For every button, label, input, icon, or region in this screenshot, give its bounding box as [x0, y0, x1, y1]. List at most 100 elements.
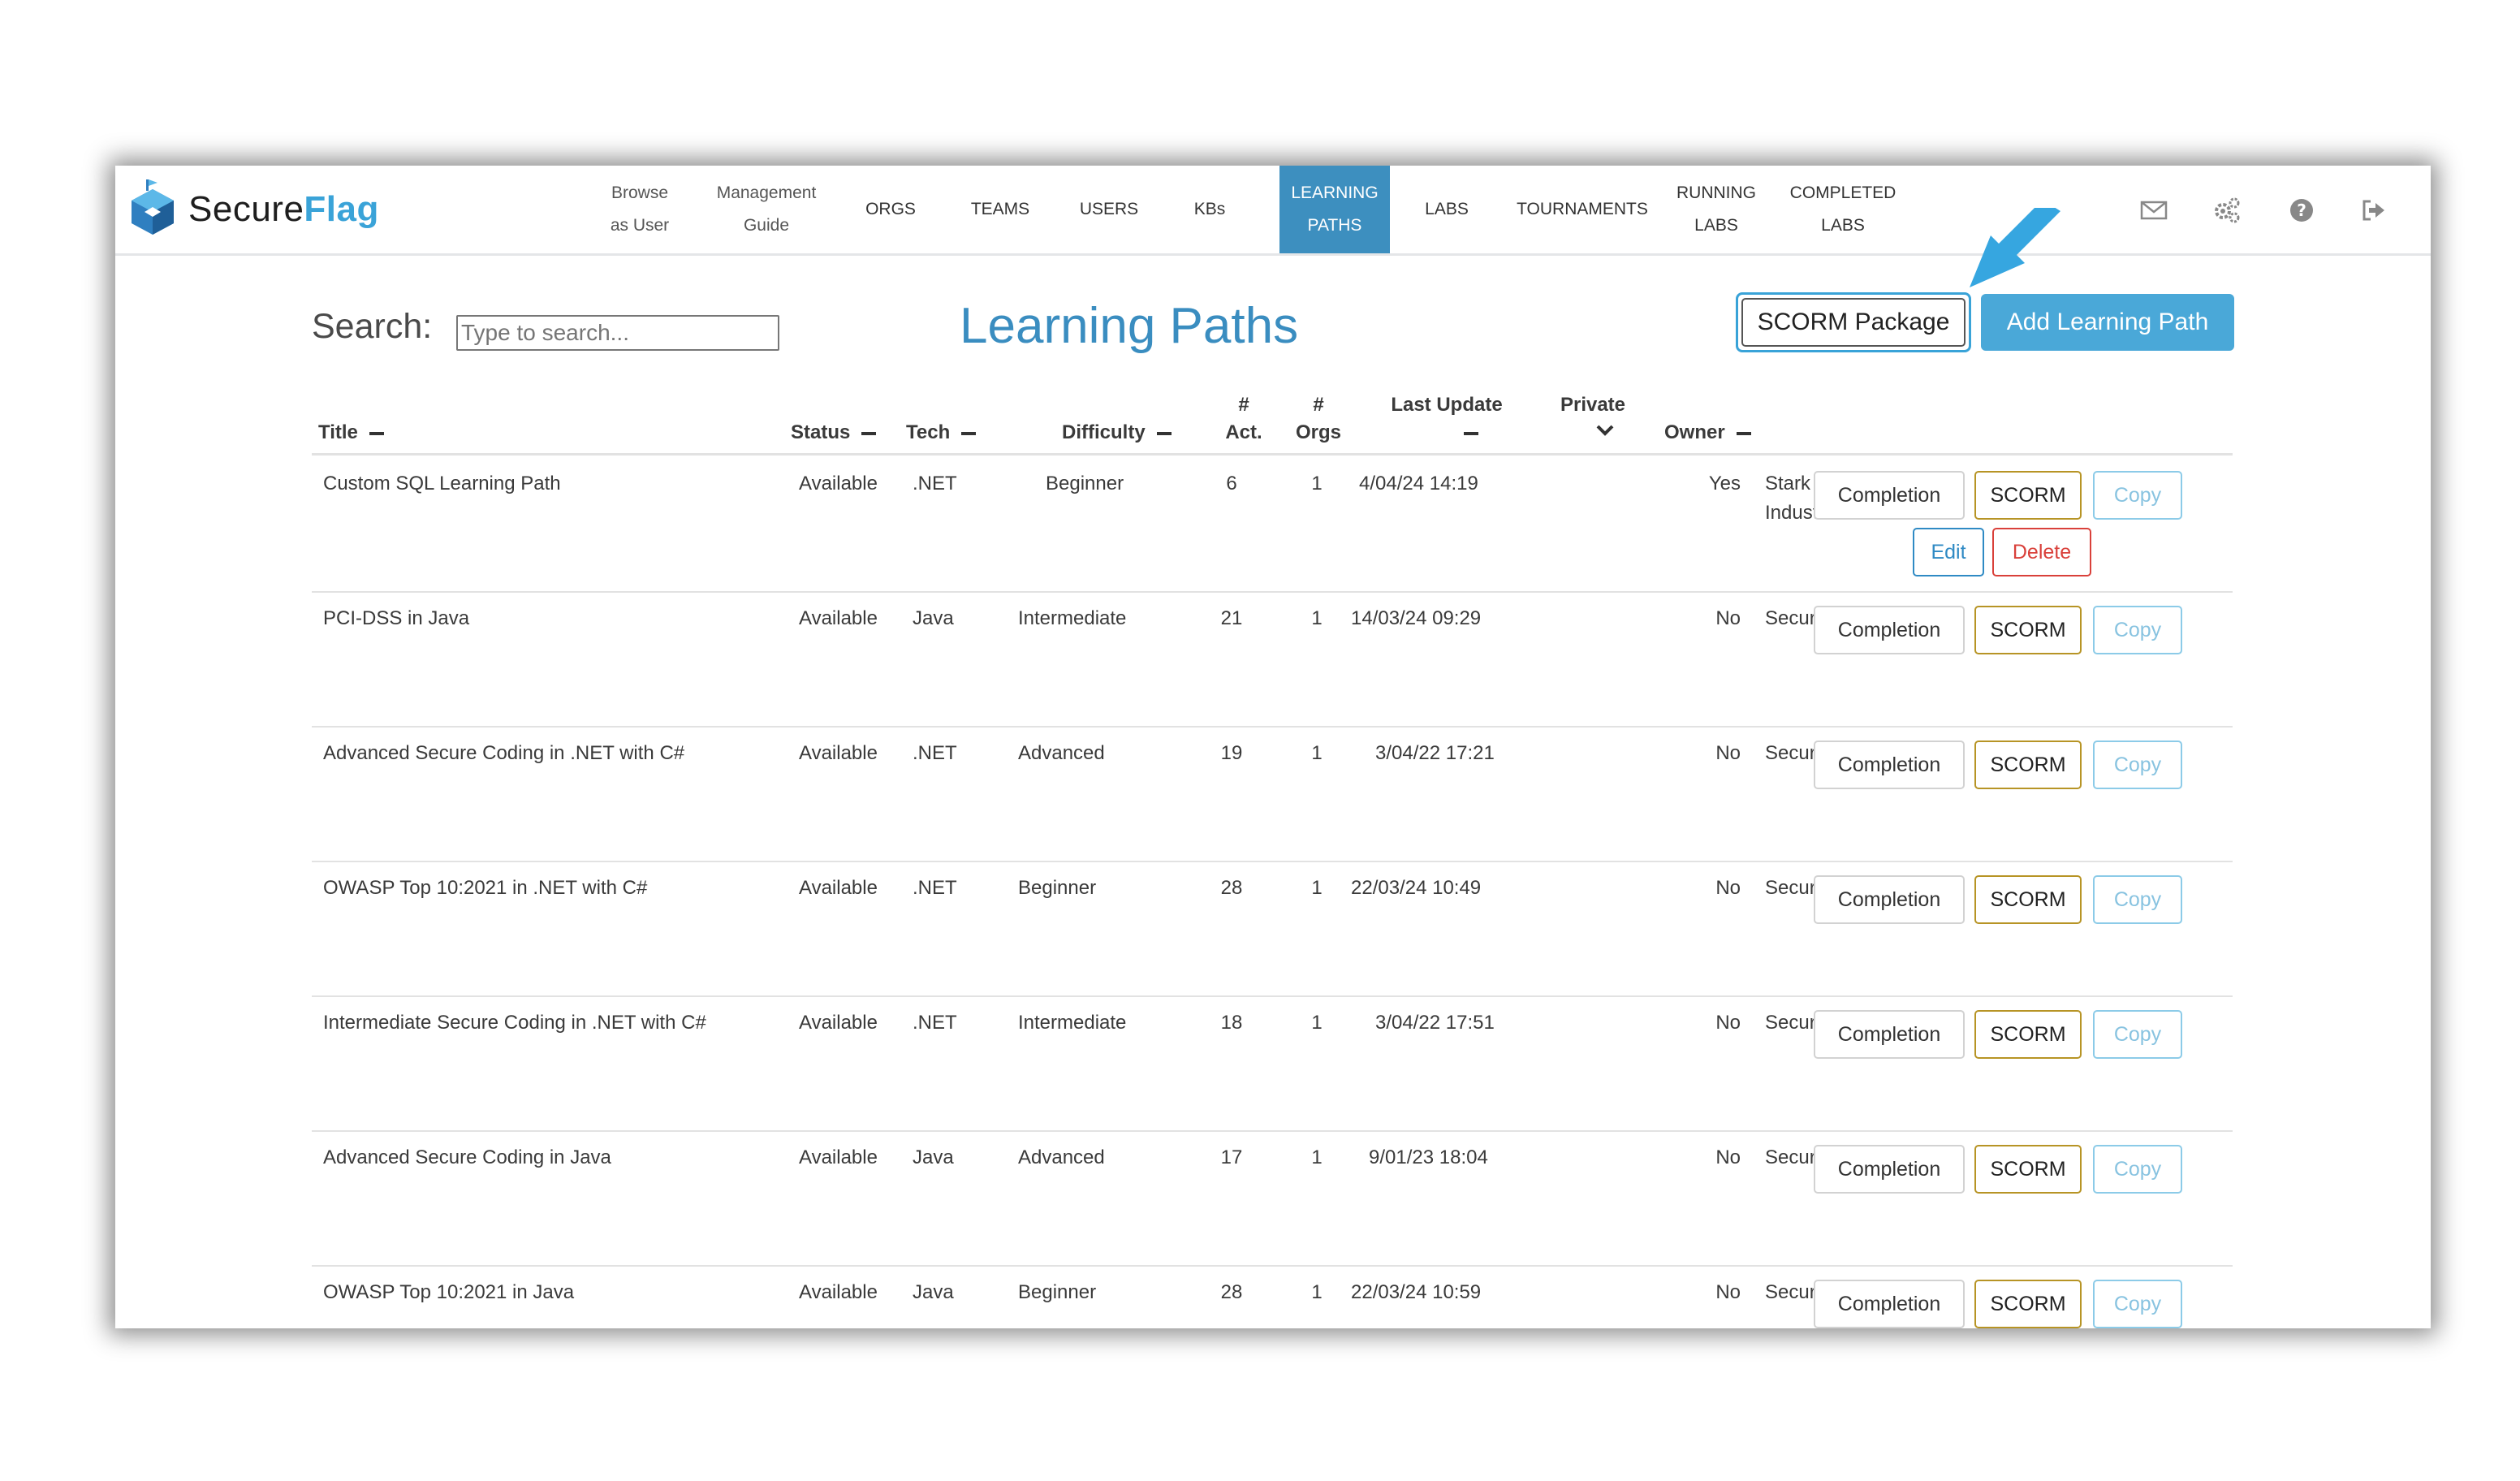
- nav-completed-labs[interactable]: COMPLETED LABS: [1778, 166, 1908, 253]
- column-header-title[interactable]: Title: [318, 419, 384, 447]
- nav-browse-as-user[interactable]: Browse as User: [591, 166, 688, 253]
- nav-labs[interactable]: LABS: [1406, 166, 1487, 253]
- help-icon[interactable]: ?: [2286, 195, 2317, 226]
- cell-orgs: 1: [1311, 742, 1323, 764]
- scorm-button[interactable]: SCORM: [1974, 740, 2082, 789]
- copy-button[interactable]: Copy: [2093, 1145, 2182, 1194]
- cell-orgs: 1: [1311, 1281, 1323, 1303]
- cell-last-update: 3/04/22 17:21: [1375, 742, 1495, 764]
- cell-status: Available: [799, 1146, 878, 1168]
- cell-private: Yes: [1708, 473, 1741, 494]
- cell-tech: .NET: [913, 473, 957, 494]
- svg-text:?: ?: [2297, 201, 2306, 220]
- logout-icon[interactable]: [2358, 195, 2388, 226]
- settings-gears-icon[interactable]: [2211, 195, 2242, 226]
- completion-button[interactable]: Completion: [1814, 740, 1965, 789]
- scorm-button[interactable]: SCORM: [1974, 875, 2082, 924]
- sort-dash-icon: [369, 431, 384, 435]
- cell-tech: .NET: [913, 742, 957, 764]
- cell-private: No: [1715, 1012, 1741, 1034]
- cell-last-update: 22/03/24 10:59: [1351, 1281, 1482, 1303]
- search-input[interactable]: [456, 315, 779, 351]
- secureflag-logo-icon: [128, 179, 177, 240]
- top-navbar: SecureFlag Browse as User Management Gui…: [115, 166, 2431, 256]
- cell-tech: Java: [913, 1146, 954, 1168]
- nav-management-guide[interactable]: Management Guide: [697, 166, 836, 253]
- scorm-button[interactable]: SCORM: [1974, 1145, 2082, 1194]
- completion-button[interactable]: Completion: [1814, 471, 1965, 520]
- column-header-tech[interactable]: Tech: [906, 419, 977, 447]
- cell-last-update: 14/03/24 09:29: [1351, 607, 1482, 629]
- cell-orgs: 1: [1311, 473, 1323, 494]
- page-title: Learning Paths: [960, 298, 1299, 354]
- cell-orgs: 1: [1311, 607, 1323, 629]
- cell-private: No: [1715, 742, 1741, 764]
- table-row: Advanced Secure Coding in .NET with C# A…: [312, 726, 2233, 862]
- cell-status: Available: [799, 742, 878, 764]
- copy-button[interactable]: Copy: [2093, 471, 2182, 520]
- nav-learning-paths[interactable]: LEARNING PATHS: [1279, 166, 1390, 253]
- cell-status: Available: [799, 877, 878, 899]
- scorm-button[interactable]: SCORM: [1974, 1010, 2082, 1059]
- copy-button[interactable]: Copy: [2093, 1280, 2182, 1328]
- column-header-status[interactable]: Status: [791, 419, 877, 447]
- copy-button[interactable]: Copy: [2093, 875, 2182, 924]
- cell-tech: Java: [913, 607, 954, 629]
- nav-teams[interactable]: TEAMS: [951, 166, 1049, 253]
- copy-button[interactable]: Copy: [2093, 1010, 2182, 1059]
- search-label: Search:: [312, 307, 433, 346]
- column-header-private[interactable]: Private: [1544, 391, 1642, 447]
- scorm-button[interactable]: SCORM: [1974, 471, 2082, 520]
- cell-tech: .NET: [913, 877, 957, 899]
- cell-title: PCI-DSS in Java: [323, 607, 470, 629]
- cell-title: Intermediate Secure Coding in .NET with …: [323, 1012, 706, 1034]
- cell-private: No: [1715, 877, 1741, 899]
- column-header-owner[interactable]: Owner: [1664, 419, 1751, 447]
- cell-status: Available: [799, 607, 878, 629]
- nav-users[interactable]: USERS: [1060, 166, 1158, 253]
- edit-button[interactable]: Edit: [1913, 528, 1984, 576]
- sort-dash-icon: [1736, 431, 1751, 435]
- copy-button[interactable]: Copy: [2093, 606, 2182, 654]
- copy-button[interactable]: Copy: [2093, 740, 2182, 789]
- column-header-difficulty[interactable]: Difficulty: [1062, 419, 1172, 447]
- completion-button[interactable]: Completion: [1814, 606, 1965, 654]
- column-header-orgs[interactable]: # Orgs: [1288, 391, 1349, 447]
- cell-difficulty: Advanced: [1018, 742, 1105, 764]
- completion-button[interactable]: Completion: [1814, 875, 1965, 924]
- cell-difficulty: Intermediate: [1018, 1012, 1127, 1034]
- cell-difficulty: Beginner: [1018, 877, 1097, 899]
- cell-activities: 19: [1220, 742, 1243, 764]
- cell-activities: 28: [1220, 877, 1243, 899]
- nav-tournaments[interactable]: TOURNAMENTS: [1505, 166, 1659, 253]
- cell-difficulty: Advanced: [1018, 1146, 1105, 1168]
- mail-icon[interactable]: [2138, 195, 2169, 226]
- cell-last-update: 22/03/24 10:49: [1351, 877, 1482, 899]
- sort-descending-chevron-icon: [1544, 419, 1642, 447]
- cell-activities: 6: [1226, 473, 1237, 494]
- scorm-package-button[interactable]: SCORM Package: [1736, 292, 1971, 352]
- add-learning-path-button[interactable]: Add Learning Path: [1981, 294, 2234, 351]
- cell-activities: 18: [1220, 1012, 1243, 1034]
- completion-button[interactable]: Completion: [1814, 1010, 1965, 1059]
- brand-name: SecureFlag: [188, 189, 379, 229]
- cell-private: No: [1715, 1281, 1741, 1303]
- scorm-button[interactable]: SCORM: [1974, 1280, 2082, 1328]
- nav-orgs[interactable]: ORGS: [846, 166, 935, 253]
- brand-logo[interactable]: SecureFlag: [128, 174, 379, 245]
- completion-button[interactable]: Completion: [1814, 1145, 1965, 1194]
- sort-dash-icon: [861, 431, 877, 435]
- cell-title: OWASP Top 10:2021 in Java: [323, 1281, 575, 1303]
- cell-private: No: [1715, 1146, 1741, 1168]
- cell-status: Available: [799, 1012, 878, 1034]
- nav-kbs[interactable]: KBs: [1169, 166, 1250, 253]
- scorm-button[interactable]: SCORM: [1974, 606, 2082, 654]
- nav-running-labs[interactable]: RUNNING LABS: [1668, 166, 1765, 253]
- delete-button[interactable]: Delete: [1992, 528, 2091, 576]
- table-row: Custom SQL Learning Path Available .NET …: [312, 456, 2233, 593]
- sort-dash-icon: [961, 431, 977, 435]
- completion-button[interactable]: Completion: [1814, 1280, 1965, 1328]
- column-header-last-update[interactable]: Last Update: [1366, 391, 1528, 447]
- column-header-activities[interactable]: # Act.: [1213, 391, 1275, 447]
- cell-orgs: 1: [1311, 1146, 1323, 1168]
